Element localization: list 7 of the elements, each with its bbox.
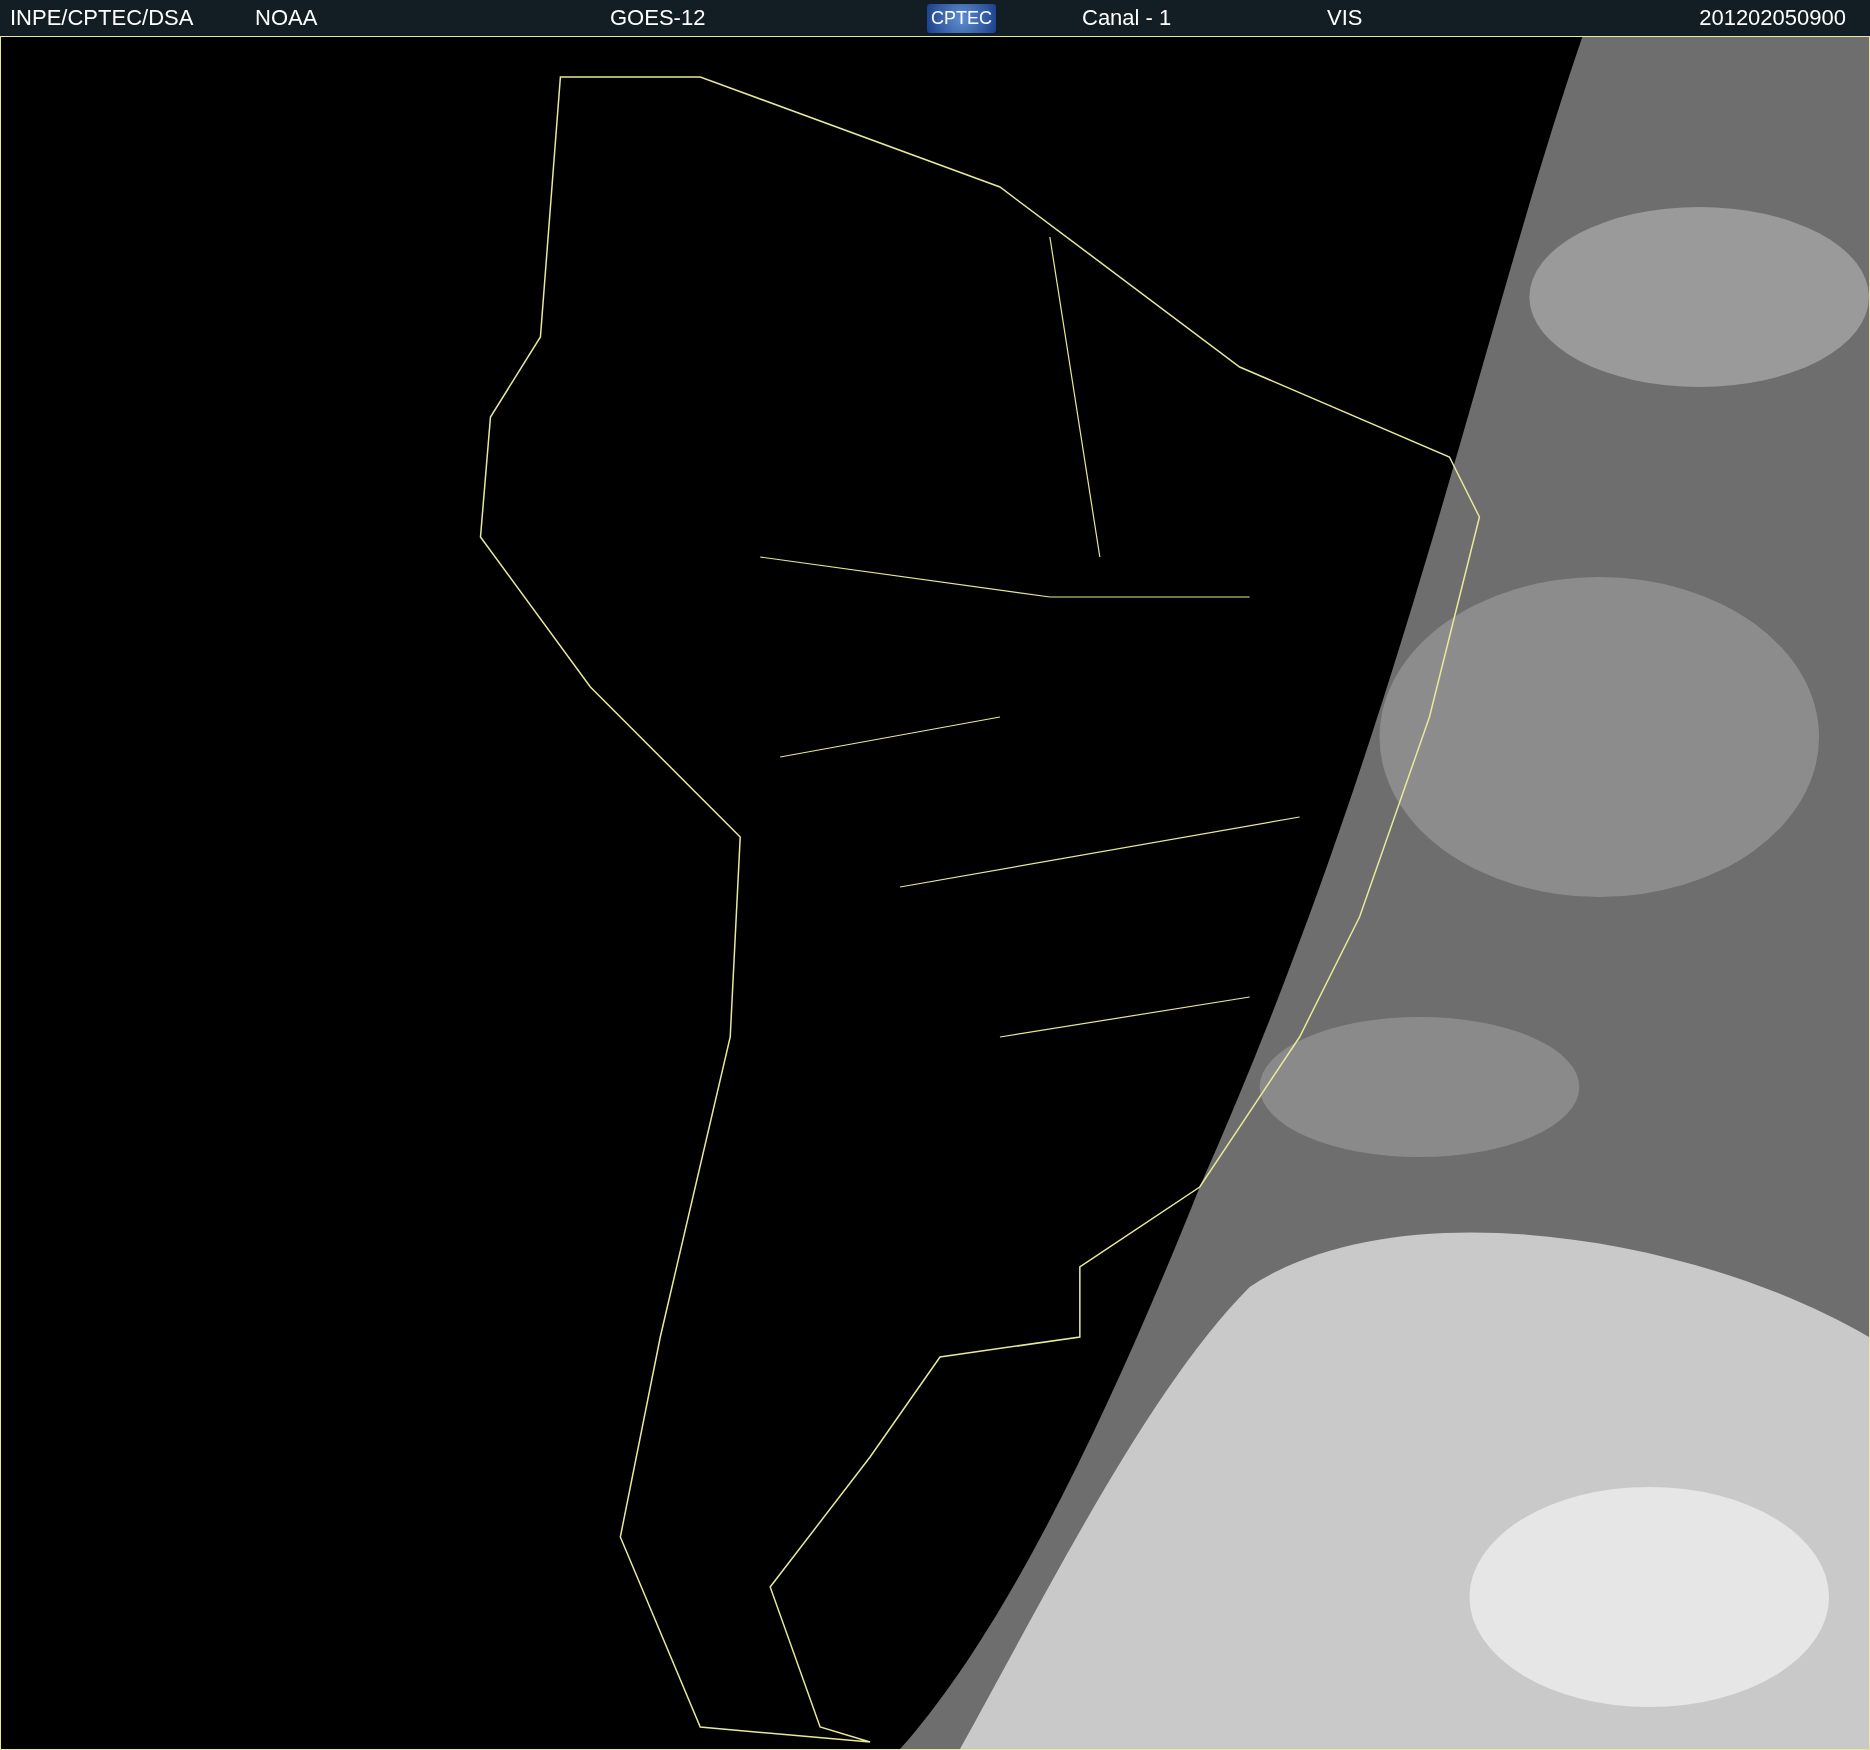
header-text: GOES-12 [610, 5, 707, 31]
logo: CPTEC [927, 3, 996, 33]
header-text: VIS [1327, 5, 1364, 31]
header-text: 201202050900 [1699, 5, 1846, 31]
header-text: INPE/CPTEC/DSA [10, 5, 195, 31]
header-text: NOAA [255, 5, 319, 31]
header-text: Canal - 1 [1082, 5, 1173, 31]
